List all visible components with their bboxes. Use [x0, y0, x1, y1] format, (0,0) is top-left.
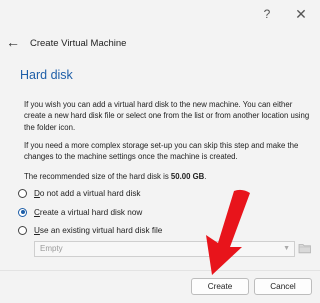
create-disk-label-rest: reate a virtual hard disk now: [39, 207, 143, 217]
create-disk-label: Create a virtual hard disk now: [34, 208, 142, 217]
dialog-title: Create Virtual Machine: [30, 38, 127, 49]
folder-icon[interactable]: [298, 241, 312, 255]
close-icon[interactable]: ✕: [290, 4, 312, 24]
title-bar: ? ✕: [0, 0, 320, 28]
wizard-header: ← Create Virtual Machine: [0, 28, 320, 58]
existing-disk-radio[interactable]: [18, 225, 27, 235]
existing-disk-label-rest: se an existing virtual hard disk file: [39, 225, 163, 235]
cancel-button[interactable]: Cancel: [254, 278, 312, 295]
existing-disk-option[interactable]: Use an existing virtual hard disk file: [18, 223, 162, 237]
create-disk-option[interactable]: Create a virtual hard disk now: [18, 205, 142, 219]
chevron-down-icon: ▼: [283, 245, 290, 252]
create-disk-radio[interactable]: [18, 207, 27, 217]
page-title: Hard disk: [20, 68, 73, 82]
create-button[interactable]: Create: [191, 278, 249, 295]
description-paragraph-2: If you need a more complex storage set-u…: [24, 141, 299, 162]
existing-disk-select-value: Empty: [40, 244, 63, 253]
no-disk-option[interactable]: Do not add a virtual hard disk: [18, 186, 141, 200]
recommended-size-suffix: .: [204, 172, 207, 181]
annotation-arrow-icon: [206, 189, 250, 275]
recommended-size-text: The recommended size of the hard disk is…: [24, 171, 314, 182]
recommended-size-value: 50.00 GB: [170, 172, 205, 181]
back-arrow-icon[interactable]: ←: [4, 32, 22, 52]
existing-disk-label: Use an existing virtual hard disk file: [34, 226, 162, 235]
recommended-size-prefix: The recommended size of the hard disk is: [24, 172, 171, 181]
help-icon[interactable]: ?: [256, 4, 278, 24]
no-disk-radio[interactable]: [18, 188, 27, 198]
description-paragraph-1: If you wish you can add a virtual hard d…: [24, 100, 310, 132]
no-disk-label-rest: o not add a virtual hard disk: [39, 188, 141, 198]
no-disk-label: Do not add a virtual hard disk: [34, 189, 141, 198]
